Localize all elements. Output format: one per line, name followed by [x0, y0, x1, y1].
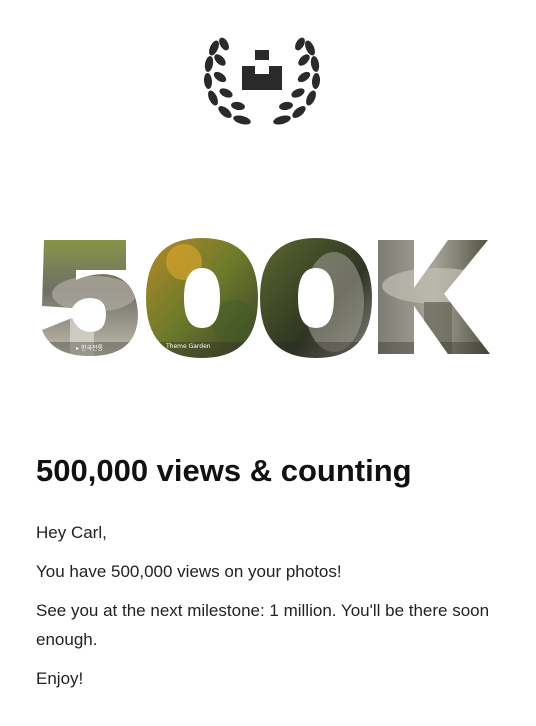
photo-caption-korean: ▸ 한국전통	[76, 344, 103, 352]
signoff-text: Enjoy!	[36, 669, 84, 688]
milestone-message-text: See you at the next milestone: 1 million…	[36, 601, 490, 649]
photo-caption-theme-garden: Theme Garden	[165, 343, 211, 350]
award-laurel-logo-icon	[203, 37, 321, 125]
hero-500k-image: ▸ 한국전통 Theme Garden	[42, 238, 490, 358]
greeting-text: Hey Carl,	[36, 523, 107, 542]
email-headline: 500,000 views & counting	[36, 453, 412, 488]
views-message-text: You have 500,000 views on your photos!	[36, 562, 342, 581]
email-body: Hey Carl, You have 500,000 views on your…	[36, 518, 496, 703]
